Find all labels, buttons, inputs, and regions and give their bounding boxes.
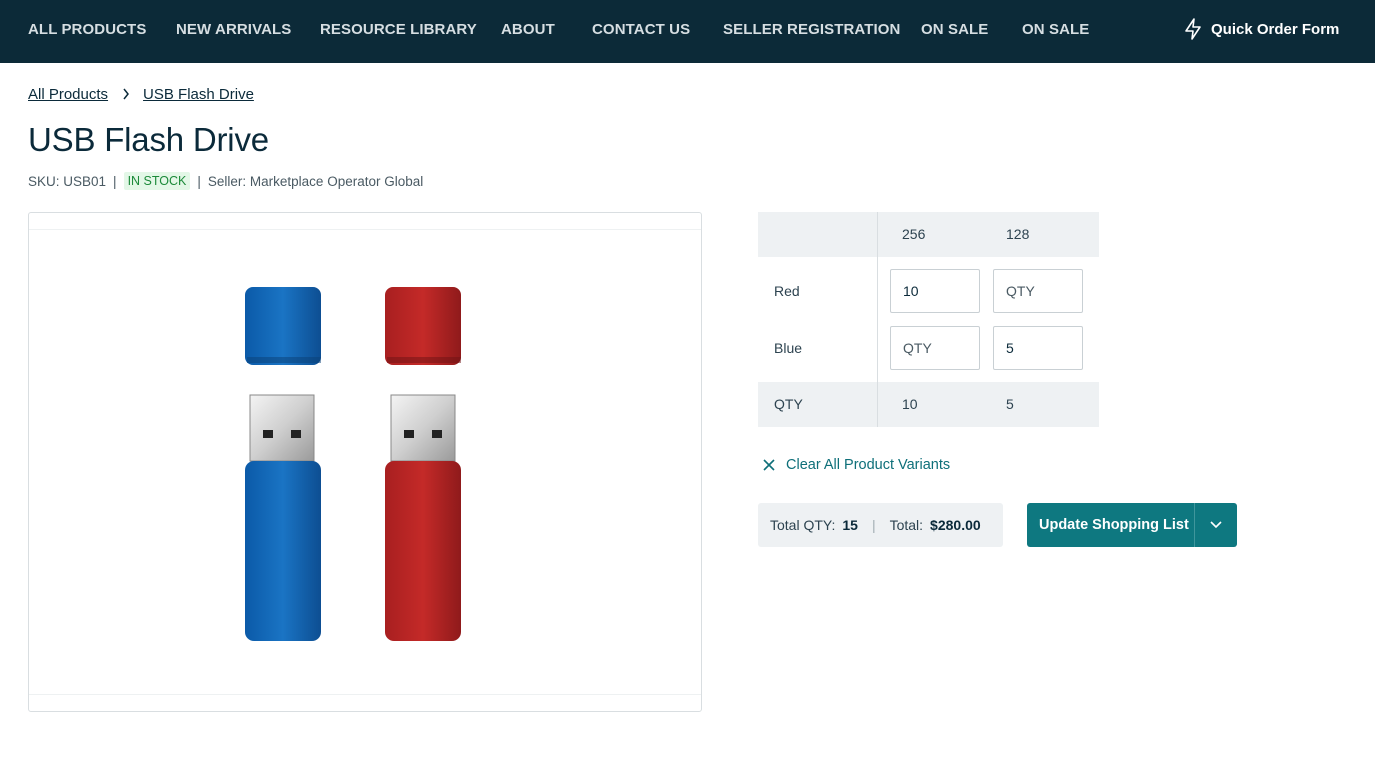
matrix-row-label-blue: Blue (774, 340, 803, 356)
breadcrumb: All Products USB Flash Drive (28, 85, 254, 103)
top-navigation: ALL PRODUCTS NEW ARRIVALS RESOURCE LIBRA… (0, 0, 1375, 63)
breadcrumb-all-products[interactable]: All Products (28, 86, 108, 103)
product-image (245, 287, 461, 641)
matrix-total-label: QTY (774, 396, 803, 412)
total-qty-label: Total QTY: (770, 517, 836, 533)
chevron-right-icon (123, 88, 130, 100)
qty-input-blue-128[interactable] (993, 326, 1083, 370)
clear-variants-button[interactable]: Clear All Product Variants (762, 455, 950, 475)
nav-item-all-products[interactable]: ALL PRODUCTS (28, 21, 146, 38)
quick-order-form-link[interactable]: Quick Order Form (1183, 18, 1339, 40)
matrix-header-row (758, 212, 1099, 257)
matrix-column-128: 128 (1006, 226, 1030, 242)
nav-item-new-arrivals[interactable]: NEW ARRIVALS (176, 21, 291, 38)
order-totals: Total QTY: 15 | Total: $280.00 (758, 503, 1003, 547)
qty-input-red-256[interactable] (890, 269, 980, 313)
nav-item-seller-registration[interactable]: SELLER REGISTRATION (723, 21, 900, 38)
seller-text: Seller: Marketplace Operator Global (207, 173, 424, 189)
update-shopping-list-button[interactable]: Update Shopping List (1027, 503, 1237, 547)
sku-text: SKU: USB01 (28, 173, 107, 189)
lightning-icon (1185, 18, 1201, 40)
nav-item-on-sale[interactable]: ON SALE (921, 21, 988, 38)
nav-item-on-sale-2[interactable]: ON SALE (1022, 21, 1089, 38)
matrix-total-128: 5 (1006, 396, 1014, 412)
shopping-list-dropdown-toggle[interactable] (1195, 503, 1237, 547)
matrix-total-row (758, 382, 1099, 427)
chevron-down-icon (1210, 521, 1222, 529)
close-icon (763, 459, 775, 471)
nav-item-resource-library[interactable]: RESOURCE LIBRARY (320, 21, 477, 38)
product-meta: SKU: USB01 | IN STOCK | Seller: Marketpl… (28, 172, 424, 190)
page-title: USB Flash Drive (28, 121, 269, 158)
matrix-row-label-red: Red (774, 283, 800, 299)
qty-input-blue-256[interactable] (890, 326, 980, 370)
breadcrumb-usb-flash-drive[interactable]: USB Flash Drive (143, 86, 254, 103)
matrix-column-256: 256 (902, 226, 926, 242)
update-shopping-list-label: Update Shopping List (1039, 517, 1189, 533)
variant-matrix: 256 128 Red Blue QTY 10 5 (758, 212, 1099, 427)
total-price-value: $280.00 (930, 517, 981, 533)
qty-input-red-128[interactable] (993, 269, 1083, 313)
clear-variants-label: Clear All Product Variants (786, 457, 951, 473)
stock-badge: IN STOCK (123, 172, 191, 190)
matrix-total-256: 10 (902, 396, 918, 412)
nav-item-contact-us[interactable]: CONTACT US (592, 21, 690, 38)
nav-item-about[interactable]: ABOUT (501, 21, 555, 38)
product-image-panel[interactable] (28, 212, 702, 712)
quick-order-label: Quick Order Form (1211, 20, 1340, 38)
total-price-label: Total: (889, 517, 924, 533)
total-qty-value: 15 (842, 517, 858, 533)
